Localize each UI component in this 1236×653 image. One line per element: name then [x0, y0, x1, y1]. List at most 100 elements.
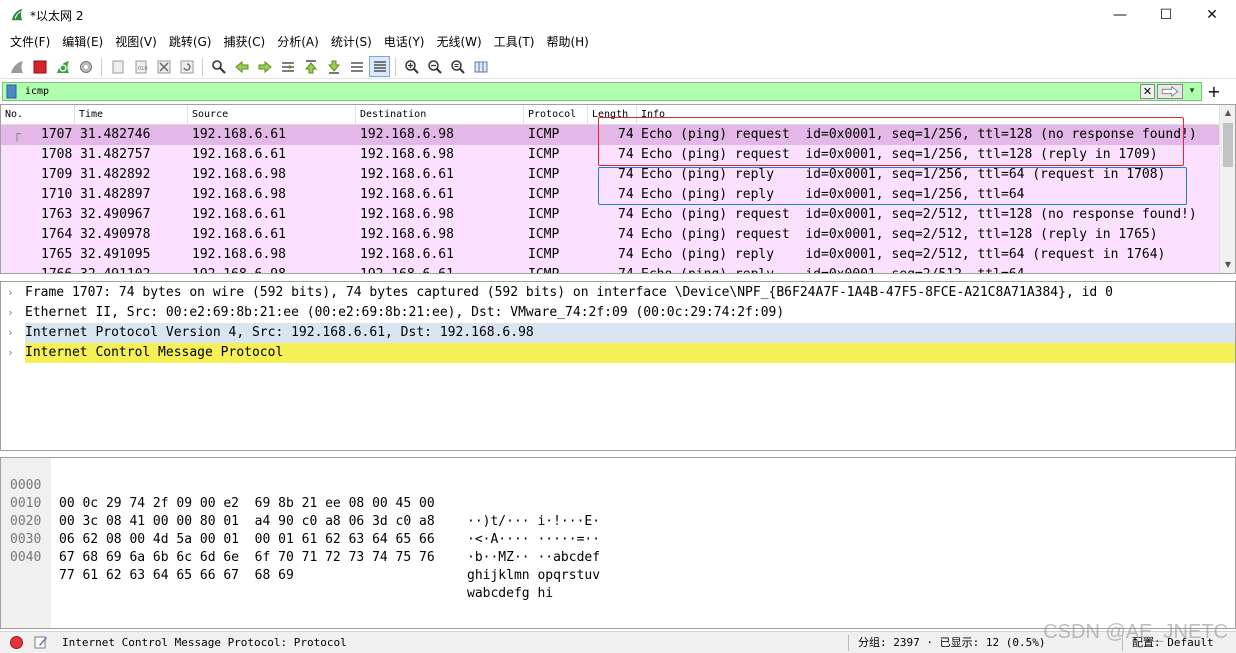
packet-info: Echo (ping) request id=0x0001, seq=2/512… [641, 207, 1197, 222]
detail-row-ipv4[interactable]: › Internet Protocol Version 4, Src: 192.… [1, 323, 1235, 343]
display-filter-input[interactable]: icmp [25, 86, 49, 97]
bytes-row[interactable]: 0020 06 62 08 00 4d 5a 00 01 00 01 61 62… [1, 495, 600, 565]
column-header-protocol[interactable]: Protocol [524, 105, 588, 125]
bytes-ascii[interactable]: ghijklmn opqrstuv [467, 567, 600, 585]
expand-arrow-icon[interactable]: › [7, 323, 14, 343]
save-file-icon[interactable]: 010 [130, 56, 151, 77]
stop-capture-icon[interactable] [29, 56, 50, 77]
expand-arrow-icon[interactable]: › [7, 303, 14, 323]
bytes-row[interactable]: 0000 00 0c 29 74 2f 09 00 e2 69 8b 21 ee… [1, 459, 600, 529]
packet-length: 74 [618, 227, 634, 242]
display-filter-bar[interactable]: icmp ✕ ▾ [2, 82, 1202, 101]
bytes-row[interactable]: 0010 00 3c 08 41 00 00 80 01 a4 90 c0 a8… [1, 477, 600, 547]
packet-no: 1763 [41, 207, 73, 222]
scrollbar-thumb[interactable] [1223, 123, 1233, 167]
menu-help[interactable]: 帮助(H) [540, 32, 594, 52]
expert-info-led-icon[interactable] [10, 636, 23, 649]
toolbar-separator [101, 57, 102, 76]
menu-edit[interactable]: 编辑(E) [56, 32, 109, 52]
menu-tools[interactable]: 工具(T) [488, 32, 541, 52]
detail-row-icmp[interactable]: › Internet Control Message Protocol [1, 343, 1235, 363]
zoom-out-icon[interactable] [424, 56, 445, 77]
autoscroll-icon[interactable] [346, 56, 367, 77]
bytes-row[interactable]: 0030 67 68 69 6a 6b 6c 6d 6e 6f 70 71 72… [1, 513, 600, 583]
go-back-icon[interactable] [231, 56, 252, 77]
scroll-up-icon[interactable]: ▲ [1220, 105, 1235, 121]
bytes-ascii[interactable]: wabcdefg hi [467, 585, 553, 603]
detail-text: Internet Control Message Protocol [25, 343, 1235, 363]
column-header-source[interactable]: Source [188, 105, 356, 125]
menu-file[interactable]: 文件(F) [4, 32, 56, 52]
scroll-down-icon[interactable]: ▼ [1220, 257, 1235, 273]
menu-view[interactable]: 视图(V) [109, 32, 163, 52]
zoom-in-icon[interactable] [401, 56, 422, 77]
menu-telephony[interactable]: 电话(Y) [378, 32, 431, 52]
menu-go[interactable]: 跳转(G) [163, 32, 218, 52]
expand-arrow-icon[interactable]: › [7, 283, 14, 303]
go-first-packet-icon[interactable] [300, 56, 321, 77]
go-to-packet-icon[interactable] [277, 56, 298, 77]
packet-row[interactable]: 1763 32.490967 192.168.6.61 192.168.6.98… [1, 205, 1219, 225]
packet-list-scrollbar[interactable]: ▲ ▼ [1219, 105, 1235, 273]
bookmark-icon[interactable] [5, 84, 19, 99]
packet-row[interactable]: 1709 31.482892 192.168.6.98 192.168.6.61… [1, 165, 1219, 185]
bytes-hex[interactable]: 77 61 62 63 64 65 66 67 68 69 [59, 567, 294, 585]
column-header-time[interactable]: Time [75, 105, 188, 125]
apply-filter-arrow-icon[interactable] [1157, 84, 1183, 99]
capture-options-gear-icon[interactable] [75, 56, 96, 77]
zoom-normal-icon[interactable] [447, 56, 468, 77]
menu-wireless[interactable]: 无线(W) [431, 32, 488, 52]
menu-capture[interactable]: 捕获(C) [217, 32, 271, 52]
packet-row[interactable]: 1764 32.490978 192.168.6.61 192.168.6.98… [1, 225, 1219, 245]
open-file-icon[interactable] [107, 56, 128, 77]
bytes-hex[interactable]: 00 3c 08 41 00 00 80 01 a4 90 c0 a8 06 3… [59, 513, 435, 531]
packet-row[interactable]: 1765 32.491095 192.168.6.98 192.168.6.61… [1, 245, 1219, 265]
bytes-ascii[interactable]: ·b··MZ·· ··abcdef [467, 549, 600, 567]
add-filter-button[interactable]: + [1206, 82, 1222, 101]
column-header-length[interactable]: Length [588, 105, 637, 125]
bytes-ascii[interactable]: ··)t/··· i·!···E· [467, 513, 600, 531]
packet-row[interactable]: 1708 31.482757 192.168.6.61 192.168.6.98… [1, 145, 1219, 165]
clear-filter-icon[interactable]: ✕ [1140, 84, 1155, 99]
bytes-hex[interactable]: 67 68 69 6a 6b 6c 6d 6e 6f 70 71 72 73 7… [59, 549, 435, 567]
colorize-list-icon[interactable] [369, 56, 390, 77]
restart-capture-icon[interactable] [52, 56, 73, 77]
resize-columns-icon[interactable] [470, 56, 491, 77]
go-last-packet-icon[interactable] [323, 56, 344, 77]
detail-row-frame[interactable]: › Frame 1707: 74 bytes on wire (592 bits… [1, 283, 1235, 303]
packet-details-pane[interactable]: › Frame 1707: 74 bytes on wire (592 bits… [0, 281, 1236, 451]
column-header-destination[interactable]: Destination [356, 105, 524, 125]
expand-arrow-icon[interactable]: › [7, 343, 14, 363]
detail-row-ethernet[interactable]: › Ethernet II, Src: 00:e2:69:8b:21:ee (0… [1, 303, 1235, 323]
menu-analyze[interactable]: 分析(A) [271, 32, 325, 52]
filter-history-dropdown-icon[interactable]: ▾ [1185, 84, 1199, 99]
reload-file-icon[interactable] [176, 56, 197, 77]
close-button[interactable]: ✕ [1189, 0, 1235, 30]
packet-row[interactable]: ┌ 1707 31.482746 192.168.6.61 192.168.6.… [1, 125, 1219, 145]
packet-source: 192.168.6.98 [192, 265, 286, 273]
bytes-hex[interactable]: 00 0c 29 74 2f 09 00 e2 69 8b 21 ee 08 0… [59, 495, 435, 513]
packet-info: Echo (ping) reply id=0x0001, seq=1/256, … [641, 167, 1166, 182]
bytes-ascii[interactable]: ·<·A···· ·····=·· [467, 531, 600, 549]
find-packet-icon[interactable] [208, 56, 229, 77]
menu-statistics[interactable]: 统计(S) [325, 32, 378, 52]
go-forward-icon[interactable] [254, 56, 275, 77]
maximize-button[interactable]: ☐ [1143, 0, 1189, 30]
packet-row[interactable]: 1710 31.482897 192.168.6.98 192.168.6.61… [1, 185, 1219, 205]
packet-length: 74 [618, 247, 634, 262]
packet-protocol: ICMP [528, 187, 560, 202]
close-file-icon[interactable] [153, 56, 174, 77]
packet-list-pane[interactable]: No. Time Source Destination Protocol Len… [0, 104, 1236, 274]
main-toolbar: 010 [0, 55, 1236, 79]
packet-time: 32.490978 [80, 227, 151, 242]
packet-row[interactable]: 1766 32.491102 192.168.6.98 192.168.6.61… [1, 265, 1219, 273]
capture-comment-pencil-icon[interactable] [34, 635, 48, 649]
bytes-row[interactable]: 0040 77 61 62 63 64 65 66 67 68 69 wabcd… [1, 531, 553, 601]
packet-destination: 192.168.6.61 [360, 265, 454, 273]
column-header-info[interactable]: Info [637, 105, 1219, 125]
start-capture-fin-icon[interactable] [6, 56, 27, 77]
minimize-button[interactable]: — [1097, 0, 1143, 30]
column-header-no[interactable]: No. [1, 105, 75, 125]
bytes-hex[interactable]: 06 62 08 00 4d 5a 00 01 00 01 61 62 63 6… [59, 531, 435, 549]
packet-bytes-pane[interactable]: 0000 00 0c 29 74 2f 09 00 e2 69 8b 21 ee… [0, 457, 1236, 629]
